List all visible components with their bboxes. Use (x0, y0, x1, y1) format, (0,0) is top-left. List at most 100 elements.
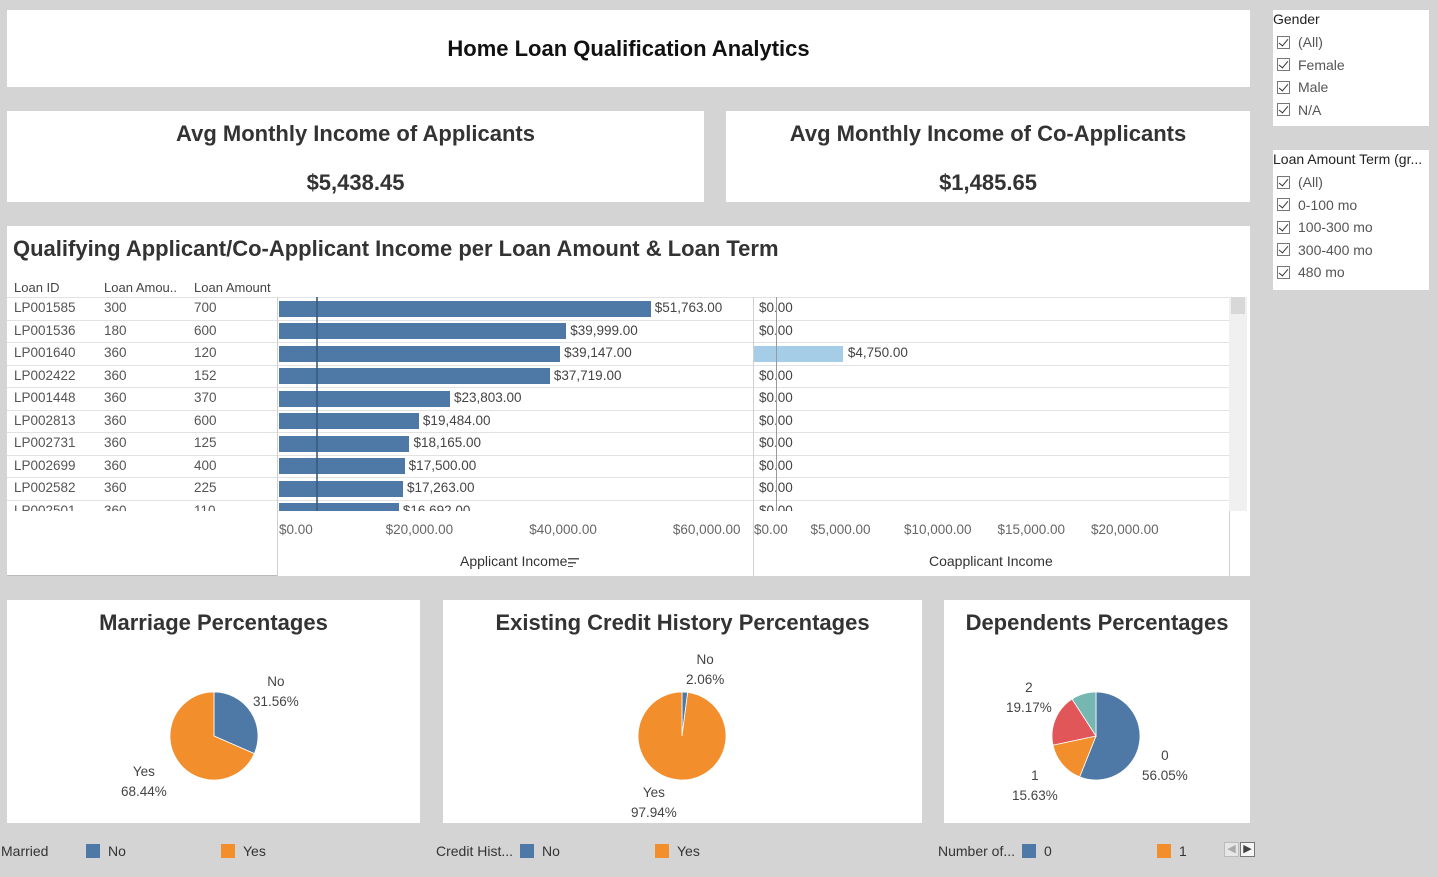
dependents-legend-0[interactable]: 0 (1022, 843, 1052, 859)
checkbox-checked-icon[interactable] (1277, 58, 1290, 72)
checkbox-checked-icon[interactable] (1277, 80, 1290, 94)
married-legend-yes[interactable]: Yes (221, 843, 266, 859)
loan-id-cell[interactable]: LP002731 (14, 435, 76, 450)
checkbox-checked-icon[interactable] (1277, 265, 1290, 279)
loan-amount-cell[interactable]: 152 (194, 368, 217, 383)
sort-icon[interactable] (568, 557, 580, 568)
table-scrollbar-thumb[interactable] (1231, 297, 1245, 314)
married-legend-title: Married (1, 843, 49, 859)
loan-id-cell[interactable]: LP002699 (14, 458, 76, 473)
applicant-income-bar[interactable] (279, 435, 410, 452)
pie-slice-name: No (267, 674, 285, 689)
gender-filter-option-label: N/A (1298, 101, 1322, 118)
applicant-income-bar[interactable] (279, 480, 403, 497)
loan-amount-cell[interactable]: 600 (194, 323, 217, 338)
pie-slice[interactable] (637, 691, 727, 781)
col-head-loan-id[interactable]: Loan ID (14, 280, 60, 295)
coapplicant-axis-tick-label: $5,000.00 (810, 522, 871, 537)
pie-slice-label: Yes 68.44% (121, 762, 167, 802)
checkbox-checked-icon[interactable] (1277, 175, 1290, 189)
term-filter-option[interactable]: 100-300 mo (1273, 216, 1429, 239)
loan-id-cell[interactable]: LP001640 (14, 345, 76, 360)
gender-filter-option[interactable]: Female (1273, 54, 1429, 77)
applicant-income-bar[interactable] (279, 458, 405, 474)
pie-slice-pct: 97.94% (631, 805, 677, 820)
applicant-income-bar[interactable] (279, 345, 561, 362)
checkbox-checked-icon[interactable] (1277, 220, 1290, 234)
applicant-income-bar[interactable] (279, 300, 651, 317)
loan-amount-cell[interactable]: 110 (194, 503, 216, 512)
applicant-income-bar[interactable] (279, 368, 550, 384)
checkbox-checked-icon[interactable] (1277, 103, 1290, 117)
loan-term-cell[interactable]: 360 (104, 345, 127, 360)
table-row-divider (7, 409, 1229, 411)
applicant-income-label: $19,484.00 (422, 412, 491, 428)
term-filter-option[interactable]: 0-100 mo (1273, 194, 1429, 217)
loan-amount-cell[interactable]: 125 (194, 435, 217, 450)
gender-filter-option[interactable]: N/A (1273, 99, 1429, 122)
checkbox-checked-icon[interactable] (1277, 243, 1290, 257)
table-row-divider (7, 364, 1229, 366)
loan-amount-cell[interactable]: 370 (194, 390, 217, 405)
checkbox-checked-icon[interactable] (1277, 35, 1290, 49)
credit-legend-no[interactable]: No (520, 843, 560, 859)
applicant-income-label: $39,999.00 (570, 322, 638, 338)
loan-id-cell[interactable]: LP002501 (14, 503, 76, 512)
loan-term-cell[interactable]: 360 (104, 390, 127, 405)
applicant-income-label: $17,263.00 (406, 480, 475, 495)
pie-slice-name: Yes (132, 764, 155, 779)
dependents-pie-panel: Dependents Percentages 0 56.05% 1 15.63% 2 19… (944, 600, 1250, 823)
loan-amount-cell[interactable]: 225 (194, 480, 217, 495)
married-legend-no[interactable]: No (86, 843, 126, 859)
applicant-income-label: $16,692.00 (402, 502, 471, 512)
loan-amount-cell[interactable]: 600 (194, 413, 217, 428)
applicant-income-bar[interactable] (279, 323, 567, 339)
table-scrollbar[interactable] (1229, 297, 1247, 511)
loan-id-cell[interactable]: LP002422 (14, 368, 76, 383)
coapplicant-income-bar[interactable] (754, 345, 843, 362)
loan-term-cell[interactable]: 360 (104, 458, 127, 473)
gender-filter-option[interactable]: (All) (1273, 31, 1429, 54)
loan-id-cell[interactable]: LP001585 (14, 300, 76, 315)
applicant-income-bar[interactable] (279, 390, 450, 407)
coapplicant-axis-tick-label: $20,000.00 (1091, 522, 1159, 537)
col-head-loan-term[interactable]: Loan Amou.. (104, 280, 177, 295)
pie-slice-name: Yes (642, 785, 665, 800)
term-filter-option[interactable]: 300-400 mo (1273, 239, 1429, 262)
loan-amount-cell[interactable]: 120 (194, 345, 217, 360)
pie-slice-label: No 2.06% (686, 650, 724, 690)
checkbox-checked-icon[interactable] (1277, 198, 1290, 212)
loan-term-cell[interactable]: 360 (104, 503, 127, 512)
loan-term-cell[interactable]: 360 (104, 368, 127, 383)
loan-id-cell[interactable]: LP002813 (14, 413, 76, 428)
pie-chart (1051, 691, 1141, 781)
gender-filter-option[interactable]: Male (1273, 76, 1429, 99)
applicant-income-bar[interactable] (279, 413, 419, 429)
coapplicant-axis-tick-label: $10,000.00 (904, 522, 972, 537)
loan-id-cell[interactable]: LP001448 (14, 390, 76, 405)
table-row-divider (7, 499, 1229, 501)
term-filter-option[interactable]: (All) (1273, 171, 1429, 194)
dependents-legend-1[interactable]: 1 (1157, 843, 1187, 859)
applicant-income-axis-title[interactable]: Applicant Income (460, 553, 580, 569)
legend-swatch-blue (520, 844, 534, 858)
legend-next-button[interactable]: ▶ (1240, 842, 1255, 857)
loan-id-cell[interactable]: LP002582 (14, 480, 76, 495)
gender-filter-option-label: Male (1298, 79, 1329, 96)
loan-term-cell[interactable]: 180 (104, 323, 127, 338)
loan-term-cell[interactable]: 300 (104, 300, 127, 315)
table-row-divider (7, 432, 1229, 433)
loan-term-cell[interactable]: 360 (104, 413, 127, 428)
loan-term-cell[interactable]: 360 (104, 480, 127, 495)
loan-amount-cell[interactable]: 700 (194, 300, 217, 315)
col-head-loan-amount[interactable]: Loan Amount (194, 280, 271, 295)
credit-legend-yes[interactable]: Yes (655, 843, 700, 859)
pie-slice-pct: 2.06% (686, 672, 725, 687)
legend-prev-button[interactable]: ◀ (1224, 842, 1239, 857)
term-filter-option[interactable]: 480 mo (1273, 261, 1429, 284)
loan-amount-cell[interactable]: 400 (194, 458, 217, 473)
gender-filter-items: (All) Female Male N/A (1273, 31, 1429, 121)
loan-id-cell[interactable]: LP001536 (14, 323, 76, 338)
applicant-income-bar[interactable] (279, 503, 399, 511)
loan-term-cell[interactable]: 360 (104, 435, 127, 450)
